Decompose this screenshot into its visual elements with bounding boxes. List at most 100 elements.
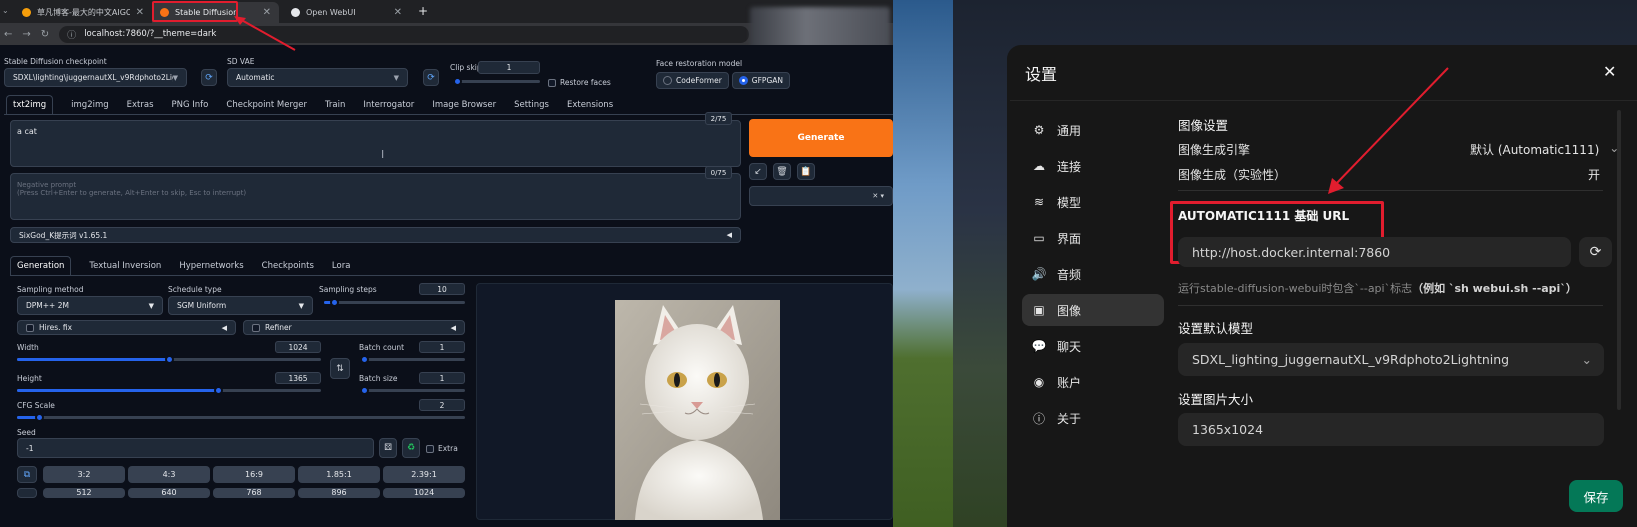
height-slider[interactable] bbox=[17, 386, 321, 395]
reuse-seed-button[interactable]: ♻ bbox=[402, 438, 420, 458]
sampling-steps-slider[interactable] bbox=[324, 298, 465, 307]
forward-icon[interactable]: → bbox=[22, 29, 30, 40]
width-input[interactable]: 1024 bbox=[275, 341, 321, 353]
batch-count-input[interactable]: 1 bbox=[419, 341, 465, 353]
engine-select[interactable]: 默认 (Automatic1111) ⌄ bbox=[1470, 141, 1619, 158]
nav-item-images[interactable]: ▣ 图像 bbox=[1022, 294, 1164, 326]
restore-faces-checkbox[interactable]: Restore faces bbox=[548, 78, 611, 87]
tab-img2img[interactable]: img2img bbox=[71, 96, 108, 114]
clear-prompt-button[interactable]: 🗑 bbox=[773, 163, 791, 180]
generate-button[interactable]: Generate bbox=[749, 119, 893, 157]
clip-skip-input[interactable]: 1 bbox=[478, 61, 540, 74]
checkbox-icon[interactable] bbox=[252, 323, 260, 332]
sampling-method-select[interactable]: DPM++ 2M ▼ bbox=[17, 296, 163, 315]
refresh-vae-button[interactable]: ⟳ bbox=[423, 69, 439, 86]
negative-prompt-textarea[interactable]: Negative prompt (Press Ctrl+Enter to gen… bbox=[10, 173, 741, 220]
ratio-button-2-39-1[interactable]: 2.39:1 bbox=[383, 466, 465, 483]
read-params-button[interactable]: ↙ bbox=[749, 163, 767, 180]
base-url-input[interactable]: http://host.docker.internal:7860 bbox=[1178, 237, 1571, 267]
nav-item-general[interactable]: ⚙ 通用 bbox=[1022, 114, 1164, 146]
radio-codeformer[interactable]: CodeFormer bbox=[656, 72, 729, 89]
prompt-textarea[interactable]: a cat I bbox=[10, 120, 741, 167]
back-icon[interactable]: ← bbox=[4, 29, 12, 40]
clear-icon[interactable]: ✕ ▾ bbox=[872, 192, 884, 200]
new-tab-button[interactable]: + bbox=[418, 4, 428, 18]
address-bar[interactable]: ⓘ localhost:7860/?__theme=dark bbox=[59, 25, 750, 43]
refresh-checkpoint-button[interactable]: ⟳ bbox=[201, 69, 217, 86]
hires-fix-accordion[interactable]: Hires. fix ◀ bbox=[17, 320, 236, 335]
slider-knob[interactable] bbox=[453, 77, 462, 86]
refiner-accordion[interactable]: Refiner ◀ bbox=[243, 320, 465, 335]
extra-seed-checkbox[interactable]: Extra bbox=[426, 444, 458, 453]
seed-input[interactable]: -1 bbox=[17, 438, 374, 458]
size-button-640[interactable]: 640 bbox=[128, 488, 210, 498]
tab-textual-inversion[interactable]: Textual Inversion bbox=[89, 257, 161, 275]
tab-checkpoint-merger[interactable]: Checkpoint Merger bbox=[226, 96, 307, 114]
checkpoint-select[interactable]: SDXL\lighting\juggernautXL_v9Rdphoto2Lig… bbox=[4, 68, 187, 87]
tab-hypernetworks[interactable]: Hypernetworks bbox=[179, 257, 243, 275]
batch-count-slider[interactable] bbox=[360, 355, 465, 364]
nav-item-chats[interactable]: 💬 聊天 bbox=[1022, 330, 1164, 362]
checkbox-icon[interactable] bbox=[26, 323, 34, 332]
size-mode-button[interactable] bbox=[17, 488, 37, 498]
tab-search-icon[interactable]: ⌄ bbox=[2, 6, 12, 16]
tab-extras[interactable]: Extras bbox=[127, 96, 154, 114]
nav-item-about[interactable]: ⓘ 关于 bbox=[1022, 402, 1164, 434]
crop-mode-button[interactable]: ⧉ bbox=[17, 466, 37, 483]
slider-knob[interactable] bbox=[329, 298, 339, 307]
close-icon[interactable]: ✕ bbox=[1603, 62, 1616, 81]
tab-extensions[interactable]: Extensions bbox=[567, 96, 613, 114]
tab-png-info[interactable]: PNG Info bbox=[172, 96, 209, 114]
ratio-button-16-9[interactable]: 16:9 bbox=[213, 466, 295, 483]
ratio-button-3-2[interactable]: 3:2 bbox=[43, 466, 125, 483]
verify-connection-button[interactable]: ⟳ bbox=[1579, 237, 1612, 267]
size-button-1024[interactable]: 1024 bbox=[383, 488, 465, 498]
sixgod-prompt-accordion[interactable]: SixGod_K提示词 v1.65.1 ◀ bbox=[10, 227, 741, 243]
tab-settings[interactable]: Settings bbox=[514, 96, 549, 114]
sampling-steps-input[interactable]: 10 bbox=[419, 283, 465, 295]
experimental-toggle[interactable]: 开 bbox=[1588, 166, 1600, 183]
radio-gfpgan[interactable]: GFPGAN bbox=[731, 72, 790, 89]
cfg-scale-slider[interactable] bbox=[17, 413, 465, 422]
tab-lora[interactable]: Lora bbox=[332, 257, 351, 275]
styles-select[interactable]: ✕ ▾ bbox=[749, 186, 893, 206]
slider-knob[interactable] bbox=[213, 386, 223, 395]
generated-cat-image[interactable] bbox=[615, 300, 780, 520]
tab-checkpoints[interactable]: Checkpoints bbox=[262, 257, 314, 275]
height-input[interactable]: 1365 bbox=[275, 372, 321, 384]
tab-aigc-blog[interactable]: 草凡博客-最大的中文AIGC社区 ✕ bbox=[14, 2, 152, 23]
nav-item-models[interactable]: ≋ 模型 bbox=[1022, 186, 1164, 218]
size-button-768[interactable]: 768 bbox=[213, 488, 295, 498]
batch-size-slider[interactable] bbox=[360, 386, 465, 395]
close-tab-icon[interactable]: ✕ bbox=[394, 7, 402, 18]
batch-size-input[interactable]: 1 bbox=[419, 372, 465, 384]
schedule-type-select[interactable]: SGM Uniform ▼ bbox=[168, 296, 313, 315]
nav-item-account[interactable]: ◉ 账户 bbox=[1022, 366, 1164, 398]
scrollbar[interactable] bbox=[1617, 110, 1621, 410]
tab-generation[interactable]: Generation bbox=[10, 256, 72, 275]
tab-train[interactable]: Train bbox=[325, 96, 345, 114]
ratio-button-4-3[interactable]: 4:3 bbox=[128, 466, 210, 483]
vae-select[interactable]: Automatic ▼ bbox=[227, 68, 408, 87]
save-button[interactable]: 保存 bbox=[1569, 480, 1623, 512]
default-model-select[interactable]: SDXL_lighting_juggernautXL_v9Rdphoto2Lig… bbox=[1178, 343, 1604, 376]
tab-image-browser[interactable]: Image Browser bbox=[432, 96, 496, 114]
tab-interrogator[interactable]: Interrogator bbox=[363, 96, 414, 114]
slider-knob[interactable] bbox=[360, 355, 369, 364]
nav-item-audio[interactable]: 🔊 音频 bbox=[1022, 258, 1164, 290]
slider-knob[interactable] bbox=[35, 413, 45, 422]
slider-knob[interactable] bbox=[360, 386, 369, 395]
cfg-scale-input[interactable]: 2 bbox=[419, 399, 465, 411]
image-size-input[interactable]: 1365x1024 bbox=[1178, 413, 1604, 446]
swap-dimensions-button[interactable]: ⇅ bbox=[330, 358, 350, 379]
nav-item-connections[interactable]: ☁ 连接 bbox=[1022, 150, 1164, 182]
ratio-button-1-85-1[interactable]: 1.85:1 bbox=[298, 466, 380, 483]
width-slider[interactable] bbox=[17, 355, 321, 364]
reload-icon[interactable]: ↻ bbox=[41, 29, 49, 40]
slider-knob[interactable] bbox=[165, 355, 174, 364]
close-tab-icon[interactable]: ✕ bbox=[136, 7, 144, 18]
clip-skip-slider[interactable] bbox=[453, 77, 540, 86]
paste-button[interactable]: 📋 bbox=[797, 163, 815, 180]
size-button-896[interactable]: 896 bbox=[298, 488, 380, 498]
size-button-512[interactable]: 512 bbox=[43, 488, 125, 498]
